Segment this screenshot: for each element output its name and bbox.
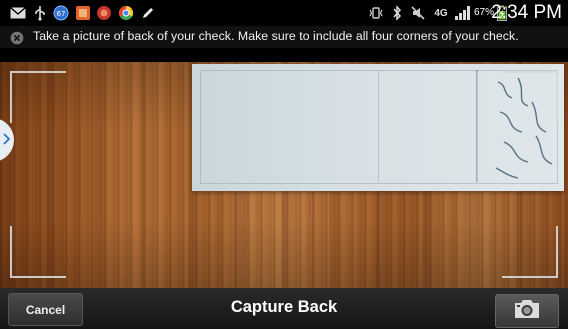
camera-icon <box>512 298 542 324</box>
pen-icon <box>141 5 155 21</box>
notification-67-icon: 67 <box>53 5 69 21</box>
app-icon <box>75 5 91 21</box>
screen-title: Capture Back <box>230 298 338 316</box>
network-label: 4G <box>434 7 448 19</box>
app-icon-2 <box>96 5 112 21</box>
chevron-right-icon <box>2 131 12 150</box>
signal-icon <box>454 5 472 21</box>
bottom-action-bar: Cancel Capture Back <box>0 288 568 329</box>
instruction-text: Take a picture of back of your check. Ma… <box>33 29 519 43</box>
check-endorsement-line <box>476 70 478 182</box>
capture-button[interactable] <box>495 294 559 328</box>
network-4g-icon: 4G <box>432 5 450 21</box>
viewfinder-corner-top-right <box>502 71 558 123</box>
chrome-icon <box>118 5 134 21</box>
status-bar: 67 4G 67% 2:34 PM <box>0 0 568 26</box>
svg-text:67: 67 <box>57 10 66 18</box>
mute-icon <box>410 5 426 21</box>
viewfinder-corner-top-left <box>10 71 66 123</box>
bluetooth-icon <box>391 5 403 21</box>
check-divider <box>378 70 379 182</box>
app-screen: 67 4G 67% 2:34 PM Take a picture of back… <box>0 0 568 329</box>
viewfinder-corner-bottom-left <box>10 226 66 278</box>
close-circle-icon[interactable] <box>10 30 24 45</box>
camera-preview[interactable] <box>0 62 568 288</box>
viewfinder-corner-bottom-right <box>502 226 558 278</box>
vibrate-icon <box>368 5 384 21</box>
instruction-banner: Take a picture of back of your check. Ma… <box>0 26 568 48</box>
mail-icon <box>10 5 26 21</box>
usb-icon <box>34 5 46 21</box>
status-time: 2:34 PM <box>491 2 562 23</box>
